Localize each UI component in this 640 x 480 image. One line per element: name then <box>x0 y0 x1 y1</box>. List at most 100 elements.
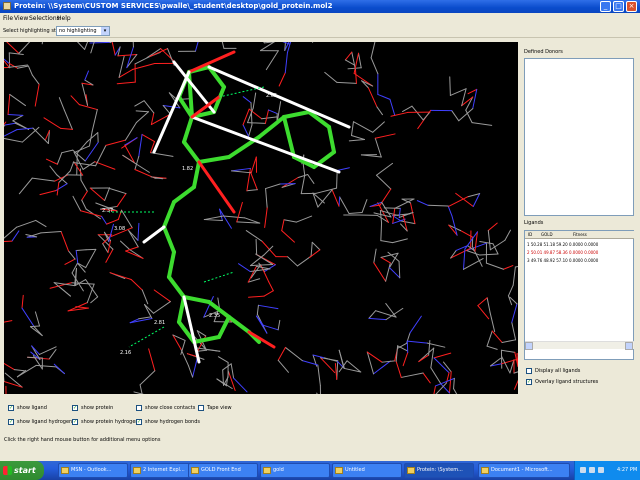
protein-bond <box>368 317 387 321</box>
show-close-contacts-checkbox[interactable] <box>136 405 142 411</box>
show-ligand-checkbox[interactable]: ✓ <box>8 405 14 411</box>
show-protein-hydrogens-label: show protein hydrogens <box>81 419 142 425</box>
protein-bond <box>307 173 315 184</box>
protein-bond <box>216 378 233 390</box>
scroll-left-button[interactable] <box>525 342 533 350</box>
menu-view[interactable]: View <box>14 15 28 22</box>
protein-bond <box>139 384 143 394</box>
menu-selections[interactable]: Selections <box>29 15 60 22</box>
ligand-bond <box>227 315 251 334</box>
taskbar-item[interactable]: GOLD Front End <box>188 463 258 478</box>
protein-bond <box>395 360 402 378</box>
protein-bond <box>440 383 451 394</box>
taskbar-item[interactable]: gold <box>260 463 330 478</box>
ligand-bond <box>162 200 176 229</box>
defined-donors-list[interactable] <box>524 58 634 216</box>
column-header[interactable]: GOLD <box>541 231 553 238</box>
show-ligand-label: show ligand <box>17 405 47 411</box>
protein-bond <box>336 170 338 189</box>
taskbar-item[interactable]: MSN - Outlook... <box>58 463 128 478</box>
show-protein-checkbox[interactable]: ✓ <box>72 405 78 411</box>
ligand-bond <box>257 115 286 139</box>
protein-bond <box>281 177 299 188</box>
minimize-button[interactable]: _ <box>600 1 611 12</box>
protein-bond <box>248 124 253 137</box>
overlay-checkbox[interactable]: ✓ <box>526 379 532 385</box>
protein-bond <box>477 305 490 320</box>
volume-icon[interactable] <box>589 467 595 473</box>
protein-bond <box>45 158 58 165</box>
protein-bond <box>18 177 33 195</box>
taskbar-item-active[interactable]: Protein: \System... <box>404 463 474 478</box>
show-protein-hydrogens-checkbox[interactable]: ✓ <box>72 419 78 425</box>
protein-bond <box>222 215 246 219</box>
column-header[interactable]: Fitness <box>573 231 587 238</box>
ligands-table[interactable]: ID GOLD Fitness 1 50.28 51.18 59.20 0.00… <box>524 230 634 360</box>
protein-bond <box>388 267 401 279</box>
menu-help[interactable]: Help <box>57 15 71 22</box>
protein-bond <box>471 122 493 126</box>
protein-bond <box>58 97 65 111</box>
protein-bond <box>6 42 20 54</box>
scroll-right-button[interactable] <box>625 342 633 350</box>
molecule-viewport[interactable]: 2.65 1.82 2.37 3.08 2.81 2.35 2.16 <box>4 42 518 394</box>
protein-bond <box>84 70 90 81</box>
protein-bond <box>397 342 408 349</box>
highlight-style-select[interactable]: no highlighting ▾ <box>56 26 110 36</box>
protein-bond <box>4 240 13 242</box>
protein-bond <box>353 72 374 87</box>
chevron-down-icon[interactable]: ▾ <box>101 27 109 35</box>
maximize-button[interactable]: □ <box>613 1 624 12</box>
security-icon[interactable] <box>598 467 604 473</box>
app-icon <box>407 467 415 474</box>
protein-bond <box>486 345 498 350</box>
protein-bond <box>385 262 391 282</box>
show-hydrogen-bonds-label: show hydrogen bonds <box>145 419 201 425</box>
protein-bond <box>379 210 383 224</box>
protein-bond <box>334 363 338 380</box>
protein-bond <box>361 80 369 89</box>
protein-bond <box>58 170 71 183</box>
protein-bond <box>4 42 5 56</box>
molecule-render[interactable]: 2.65 1.82 2.37 3.08 2.81 2.35 2.16 <box>4 42 518 394</box>
start-button[interactable]: start <box>0 461 44 480</box>
protein-bond <box>236 201 243 223</box>
table-row[interactable]: 1 50.28 51.18 59.20 0.0000 0.0000 <box>527 242 598 247</box>
protein-bond <box>101 215 108 225</box>
protein-bond <box>373 248 377 264</box>
protein-bond <box>84 141 99 162</box>
protein-bond <box>162 104 181 109</box>
table-row[interactable]: 3 49.76 48.92 57.10 0.0000 0.0000 <box>527 258 598 263</box>
taskbar-item[interactable]: Untitled <box>332 463 402 478</box>
menu-file[interactable]: File <box>3 15 13 22</box>
column-header[interactable]: ID <box>528 231 532 238</box>
close-button[interactable]: × <box>626 1 637 12</box>
protein-bond <box>245 230 263 242</box>
protein-bond <box>39 190 57 196</box>
protein-bond <box>389 98 396 117</box>
ligand-bond <box>217 315 231 339</box>
tape-view-checkbox[interactable] <box>198 405 204 411</box>
protein-bond <box>148 348 156 372</box>
protein-bond <box>501 339 517 343</box>
protein-bond <box>398 207 401 218</box>
protein-bond <box>512 266 516 286</box>
protein-bond <box>90 296 99 304</box>
protein-bond <box>109 272 132 281</box>
display-all-checkbox[interactable] <box>526 368 532 374</box>
show-ligand-hydrogens-checkbox[interactable]: ✓ <box>8 419 14 425</box>
show-hydrogen-bonds-checkbox[interactable]: ✓ <box>136 419 142 425</box>
protein-bond <box>7 93 11 116</box>
horizontal-scrollbar[interactable] <box>525 341 634 350</box>
protein-bond <box>91 109 98 132</box>
protein-bond <box>70 95 80 106</box>
protein-bond <box>139 370 156 386</box>
protein-bond <box>180 348 189 367</box>
protein-bond <box>385 307 404 321</box>
table-row[interactable]: 2 50.01 49.87 58.36 0.0000 0.0000 <box>527 250 598 255</box>
network-icon[interactable] <box>580 467 586 473</box>
protein-bond <box>367 87 378 108</box>
protein-bond <box>491 330 503 343</box>
taskbar-item[interactable]: Document1 - Microsoft... <box>478 463 570 478</box>
protein-bond <box>72 195 82 212</box>
